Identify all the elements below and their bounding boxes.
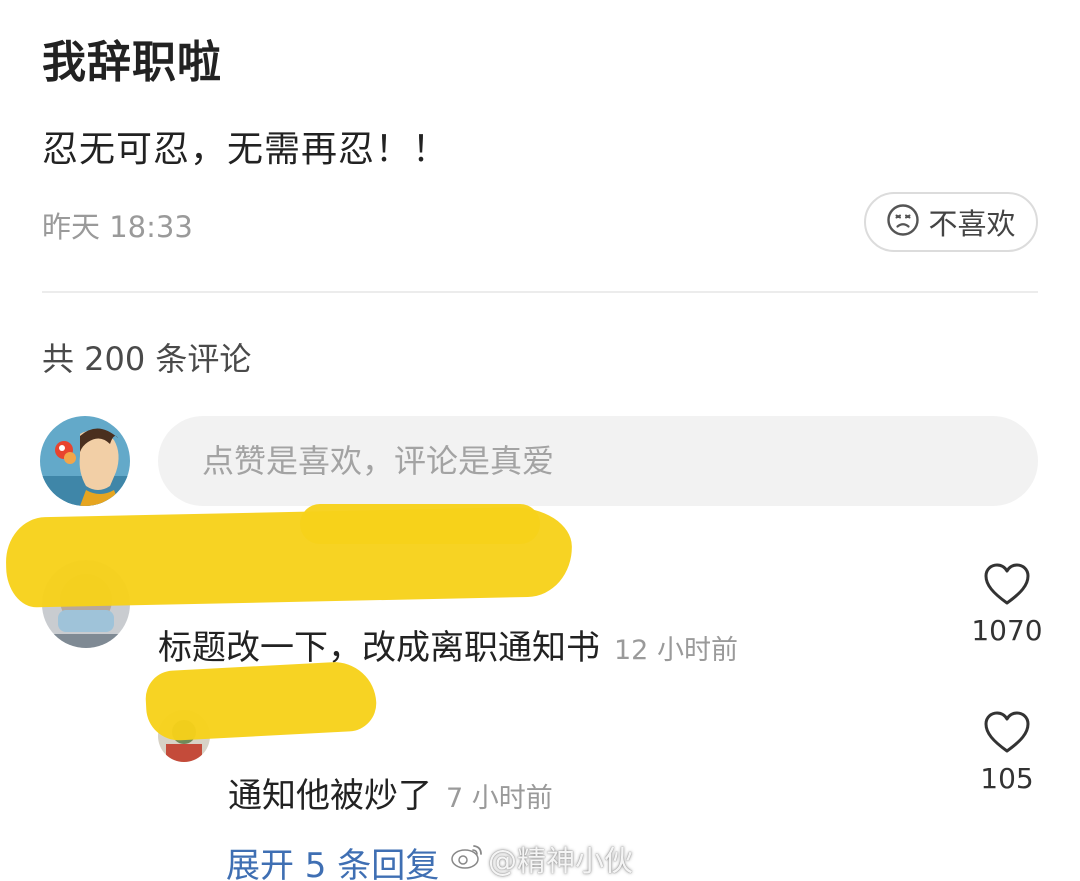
dislike-label: 不喜欢 — [928, 207, 1016, 241]
reply-timestamp: 7 小时前 — [446, 783, 553, 814]
weibo-icon — [450, 842, 484, 877]
expand-replies-link[interactable]: 展开 5 条回复 — [226, 838, 439, 881]
like-button[interactable]: 105 — [962, 710, 1052, 795]
comment-input[interactable] — [158, 416, 1038, 506]
reply-text: 通知他被炒了 7 小时前 — [228, 776, 553, 816]
watermark-text: @精神小伙 — [488, 844, 634, 878]
heart-outline-icon — [983, 711, 1031, 758]
divider — [42, 291, 1038, 293]
redaction-mark — [300, 504, 540, 544]
dislike-button[interactable]: 不喜欢 — [864, 192, 1038, 252]
redaction-mark — [144, 660, 378, 742]
post-title: 我辞职啦 — [42, 37, 222, 88]
comment-timestamp: 12 小时前 — [614, 635, 738, 666]
post-body: 忍无可忍，无需再忍！！ — [42, 129, 450, 170]
comment-text: 标题改一下，改成离职通知书 12 小时前 — [158, 628, 738, 668]
post-timestamp: 昨天 18:33 — [42, 210, 193, 244]
frowning-face-icon — [886, 203, 920, 241]
avatar[interactable] — [40, 416, 130, 506]
like-count: 105 — [980, 762, 1034, 795]
like-count: 1070 — [971, 614, 1043, 647]
like-button[interactable]: 1070 — [962, 562, 1052, 647]
heart-outline-icon — [983, 563, 1031, 610]
comment-count: 共 200 条评论 — [42, 340, 252, 378]
watermark: @精神小伙 — [450, 838, 633, 880]
